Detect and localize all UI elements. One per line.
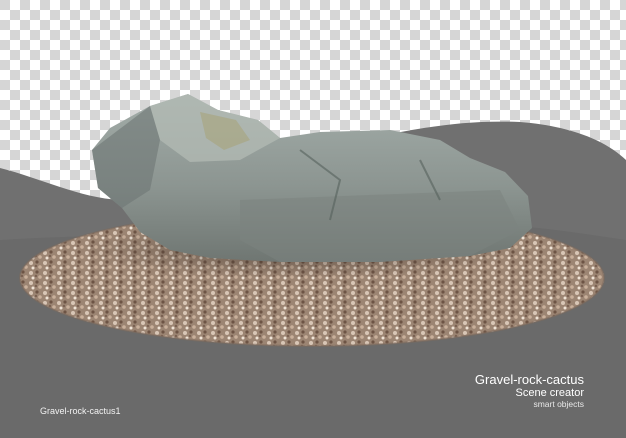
scene-subtitle: Scene creator: [515, 387, 584, 399]
file-label: Gravel-rock-cactus1: [40, 406, 121, 416]
rock-facet-front: [240, 190, 520, 262]
scene-tag: smart objects: [533, 399, 584, 409]
scene-title: Gravel-rock-cactus: [474, 372, 584, 387]
